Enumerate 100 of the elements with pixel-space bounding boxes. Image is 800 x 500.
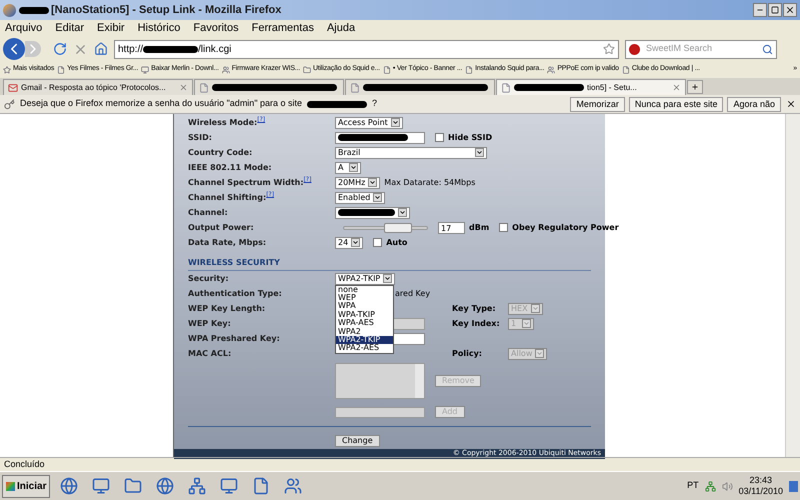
clock-date[interactable]: 03/11/2010 bbox=[738, 486, 783, 497]
dropdown-arrow-icon bbox=[530, 304, 540, 313]
dropdown-option[interactable]: WPA bbox=[336, 302, 393, 311]
redaction-mark bbox=[19, 6, 49, 14]
change-button[interactable]: Change bbox=[335, 435, 380, 447]
scrollbar[interactable] bbox=[415, 364, 424, 398]
language-indicator[interactable]: PT bbox=[687, 479, 699, 493]
close-icon[interactable] bbox=[783, 3, 797, 17]
slider-thumb[interactable] bbox=[384, 222, 412, 232]
page-icon bbox=[57, 66, 66, 74]
ssid-field[interactable] bbox=[335, 132, 425, 144]
dropdown-option[interactable]: none bbox=[336, 286, 393, 294]
dropdown-arrow-icon bbox=[522, 319, 531, 328]
globe-icon[interactable] bbox=[156, 477, 174, 495]
search-icon[interactable] bbox=[762, 44, 773, 54]
select-field[interactable] bbox=[335, 206, 410, 218]
dropdown-option[interactable]: WPA2-AES bbox=[336, 344, 393, 353]
dropdown-option[interactable]: WPA2 bbox=[336, 328, 393, 336]
notification-button[interactable]: Agora não bbox=[727, 96, 781, 112]
dropdown-arrow-icon bbox=[351, 238, 360, 247]
back-icon[interactable] bbox=[3, 38, 25, 60]
bookmark-star-icon[interactable] bbox=[603, 43, 615, 55]
dropdown-arrow-icon bbox=[349, 163, 358, 172]
network-icon[interactable] bbox=[704, 480, 716, 492]
browser-tab[interactable] bbox=[345, 79, 495, 95]
field-label: Output Power: bbox=[188, 222, 254, 234]
menu-item[interactable]: Ferramentas bbox=[252, 20, 314, 37]
field-label: IEEE 802.11 Mode: bbox=[188, 162, 272, 174]
checkbox-label: Obey Regulatory Power bbox=[512, 222, 619, 234]
status-text: Concluído bbox=[4, 458, 45, 471]
dropdown-option[interactable]: WEP bbox=[336, 294, 393, 302]
browser-tab[interactable]: tion5] - Setu... bbox=[496, 79, 686, 95]
clock-time[interactable]: 23:43 bbox=[750, 475, 772, 486]
dropdown-option[interactable]: WPA-TKIP bbox=[336, 310, 393, 320]
people-icon[interactable] bbox=[284, 477, 302, 495]
start-button[interactable]: Iniciar bbox=[2, 474, 50, 498]
star-icon bbox=[3, 66, 11, 74]
menu-item[interactable]: Editar bbox=[55, 20, 84, 37]
redaction-mark bbox=[307, 100, 368, 108]
dropdown-arrow-icon bbox=[373, 193, 382, 202]
menu-item[interactable]: Arquivo bbox=[5, 20, 42, 37]
window-title: [NanoStation5] - Setup Link - Mozilla Firefox bbox=[51, 2, 282, 18]
show-desktop-icon[interactable] bbox=[789, 480, 798, 492]
mac-address-field[interactable] bbox=[335, 406, 425, 418]
monitor-icon[interactable] bbox=[220, 477, 238, 495]
search-engine-icon[interactable] bbox=[629, 44, 640, 54]
document-icon[interactable] bbox=[252, 477, 270, 495]
network-icon[interactable] bbox=[188, 477, 206, 495]
home-icon[interactable] bbox=[94, 42, 108, 56]
field-label: Policy: bbox=[452, 348, 483, 360]
field-label: Authentication Type: bbox=[188, 288, 282, 300]
reload-icon[interactable] bbox=[53, 42, 67, 56]
select-field[interactable]: Access Point bbox=[335, 116, 403, 128]
field-label: WEP Key Length: bbox=[188, 302, 266, 314]
checkbox[interactable] bbox=[499, 223, 508, 232]
globe-icon[interactable] bbox=[60, 477, 78, 495]
close-tab-icon[interactable] bbox=[672, 83, 681, 92]
dropdown-option[interactable]: WPA2-TKIP bbox=[336, 336, 393, 344]
menu-item[interactable]: Favoritos bbox=[193, 20, 239, 37]
dropdown-arrow-icon bbox=[368, 178, 378, 187]
field-label: Data Rate, Mbps: bbox=[188, 236, 266, 248]
menu-item[interactable]: Histórico bbox=[138, 20, 180, 37]
power-field[interactable]: 17 bbox=[438, 222, 465, 234]
notification-button[interactable]: Nunca para este site bbox=[628, 96, 724, 112]
field-label: WPA Preshared Key: bbox=[188, 332, 280, 344]
menu-item[interactable]: Exibir bbox=[97, 20, 125, 37]
mail-icon bbox=[8, 82, 18, 92]
monitor-icon[interactable] bbox=[92, 477, 110, 495]
checkbox[interactable] bbox=[373, 238, 382, 247]
select-field[interactable]: WPA2-TKIP bbox=[335, 272, 396, 284]
browser-tab[interactable] bbox=[194, 79, 344, 95]
close-tab-icon[interactable] bbox=[179, 83, 188, 92]
notification-text: Deseja que o Firefox memorize a senha do usuário "admin" para o site bbox=[20, 97, 302, 110]
volume-icon[interactable] bbox=[722, 480, 733, 492]
monitor-icon bbox=[141, 66, 150, 74]
select-field[interactable]: Enabled bbox=[335, 192, 386, 204]
maximize-icon[interactable] bbox=[768, 3, 782, 17]
folder-icon[interactable] bbox=[124, 477, 142, 495]
notification-button[interactable]: Memorizar bbox=[570, 96, 625, 112]
field-label: WEP Key: bbox=[188, 318, 231, 330]
people-icon bbox=[222, 66, 230, 74]
field-label: Channel Spectrum Width: bbox=[188, 176, 304, 188]
field-label: Country Code: bbox=[188, 146, 252, 158]
browser-tab[interactable]: Gmail - Resposta ao tópico 'Protocolos... bbox=[3, 79, 193, 95]
select-field[interactable]: Brazil bbox=[335, 146, 487, 158]
menu-item[interactable]: Ajuda bbox=[326, 20, 356, 37]
dropdown-option[interactable]: WPA-AES bbox=[336, 319, 393, 328]
select-field[interactable]: 20MHz bbox=[335, 176, 380, 188]
new-tab-button[interactable] bbox=[687, 80, 703, 94]
close-icon[interactable] bbox=[786, 99, 796, 109]
people-icon bbox=[547, 66, 556, 74]
select-field[interactable]: 24 bbox=[335, 236, 364, 248]
minimize-icon[interactable] bbox=[753, 3, 767, 17]
scrollbar[interactable] bbox=[785, 114, 800, 457]
checkbox[interactable] bbox=[435, 133, 444, 142]
auth-type-value: ared Key bbox=[395, 288, 430, 300]
select-field[interactable]: A bbox=[335, 162, 361, 174]
redaction-mark bbox=[143, 46, 198, 52]
mac-list-box[interactable] bbox=[335, 363, 425, 399]
address-field[interactable]: http:// /link.cgi bbox=[114, 40, 619, 58]
